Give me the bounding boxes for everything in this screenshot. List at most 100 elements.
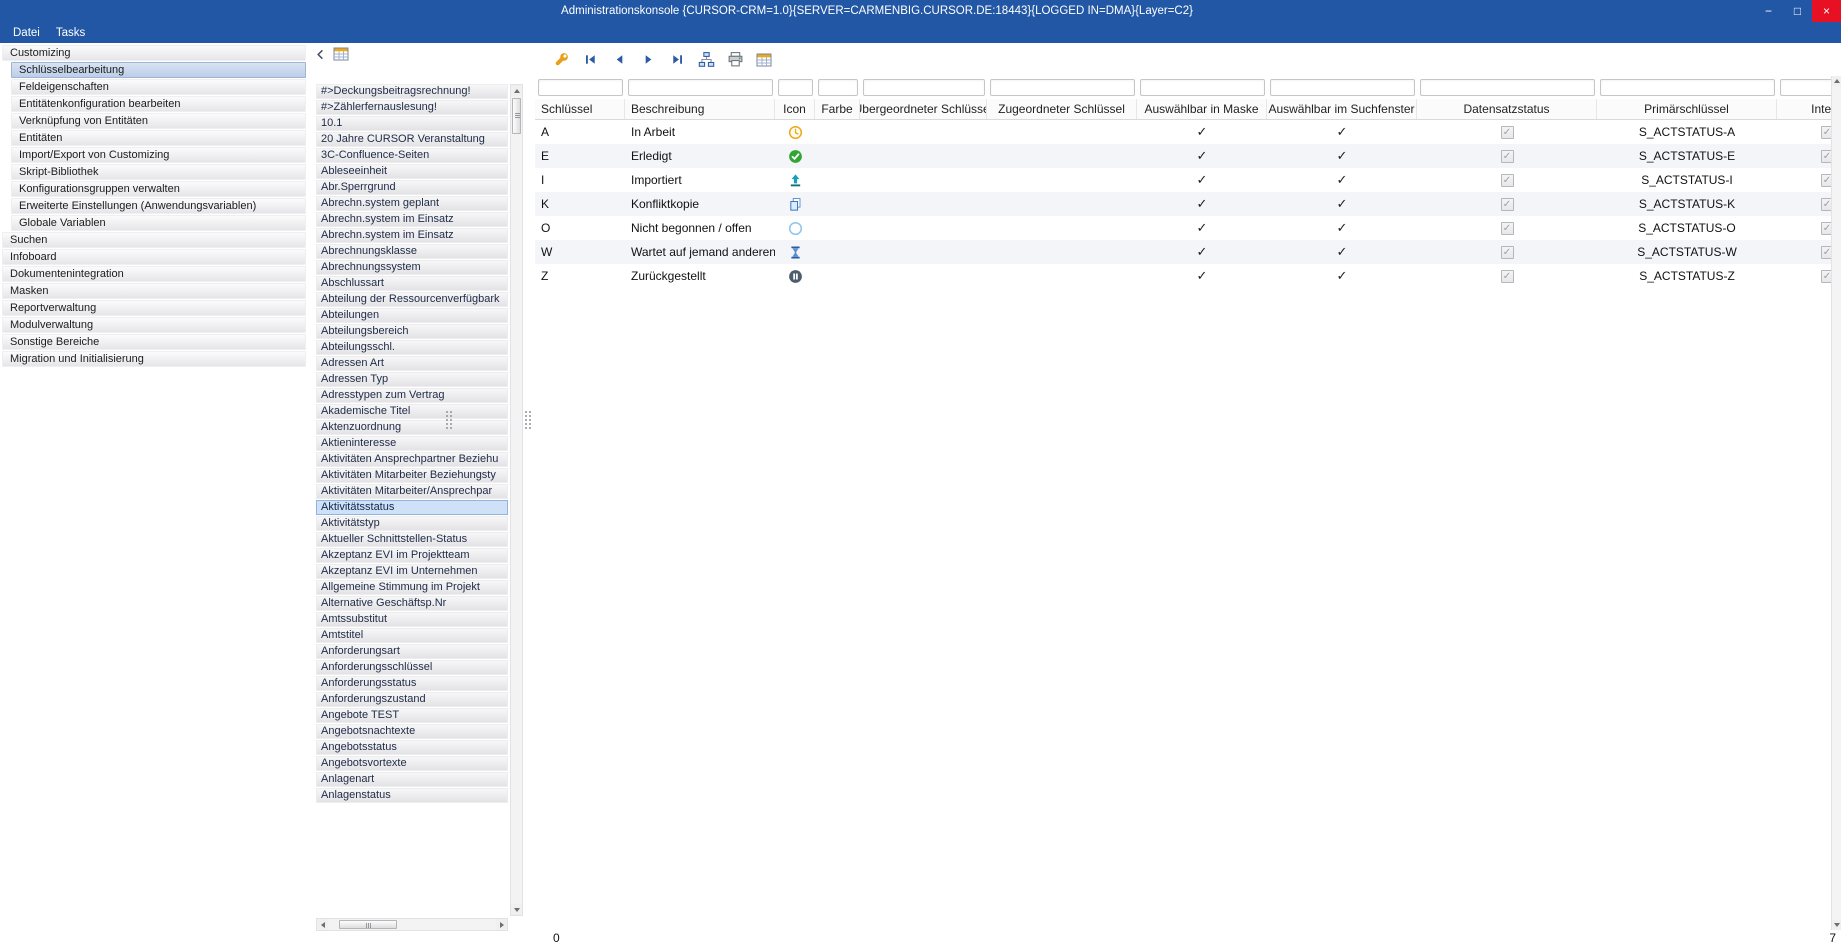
- filter-input[interactable]: [778, 79, 813, 96]
- filter-input[interactable]: [818, 79, 858, 96]
- previous-record-button[interactable]: [608, 49, 630, 71]
- key-type-item[interactable]: Akzeptanz EVI im Unternehmen: [316, 564, 508, 579]
- key-type-item[interactable]: Aktivitätstyp: [316, 516, 508, 531]
- key-type-item[interactable]: Abrechn.system im Einsatz: [316, 228, 508, 243]
- key-type-item[interactable]: Abrechn.system geplant: [316, 196, 508, 211]
- key-type-item[interactable]: Anforderungsschlüssel: [316, 660, 508, 675]
- filter-input[interactable]: [538, 79, 623, 96]
- sidebar-item[interactable]: Masken: [2, 283, 306, 299]
- sidebar-item[interactable]: Konfigurationsgruppen verwalten: [11, 181, 306, 197]
- sidebar-item[interactable]: Migration und Initialisierung: [2, 351, 306, 367]
- menu-datei[interactable]: Datei: [5, 25, 48, 41]
- key-type-item[interactable]: Abteilungen: [316, 308, 508, 323]
- sidebar-item[interactable]: Import/Export von Customizing: [11, 147, 306, 163]
- key-type-item[interactable]: Abr.Sperrgrund: [316, 180, 508, 195]
- key-type-item[interactable]: Amtstitel: [316, 628, 508, 643]
- scroll-left-button[interactable]: [317, 919, 328, 930]
- filter-input[interactable]: [1140, 79, 1265, 96]
- column-header[interactable]: Datensatzstatus: [1417, 99, 1597, 119]
- panel-splitter-grip[interactable]: [524, 403, 532, 437]
- key-type-item[interactable]: Adressen Typ: [316, 372, 508, 387]
- scroll-down-button[interactable]: [511, 904, 522, 915]
- key-type-item[interactable]: Aktueller Schnittstellen-Status: [316, 532, 508, 547]
- grid-row[interactable]: ZZurückgestellt✓✓✓S_ACTSTATUS-Z✓: [535, 264, 1841, 288]
- sidebar-item[interactable]: Dokumentenintegration: [2, 266, 306, 282]
- hierarchy-button[interactable]: [695, 49, 717, 71]
- key-type-item[interactable]: Anforderungsart: [316, 644, 508, 659]
- sidebar-item[interactable]: Erweiterte Einstellungen (Anwendungsvari…: [11, 198, 306, 214]
- key-type-item[interactable]: Abteilungsschl.: [316, 340, 508, 355]
- keylist-horizontal-scrollbar[interactable]: [316, 918, 508, 931]
- key-type-item[interactable]: Akzeptanz EVI im Projektteam: [316, 548, 508, 563]
- column-header[interactable]: Beschreibung: [625, 99, 775, 119]
- filter-input[interactable]: [863, 79, 985, 96]
- key-type-item[interactable]: Abschlussart: [316, 276, 508, 291]
- keylist-vertical-scrollbar[interactable]: [510, 84, 523, 916]
- column-header[interactable]: Schlüssel: [535, 99, 625, 119]
- key-type-item[interactable]: Anforderungszustand: [316, 692, 508, 707]
- sidebar-item[interactable]: Skript-Bibliothek: [11, 164, 306, 180]
- key-type-item[interactable]: Abrechn.system im Einsatz: [316, 212, 508, 227]
- key-type-item[interactable]: 20 Jahre CURSOR Veranstaltung: [316, 132, 508, 147]
- sidebar-item[interactable]: Feldeigenschaften: [11, 79, 306, 95]
- sidebar-item[interactable]: Globale Variablen: [11, 215, 306, 231]
- key-type-item[interactable]: Angebote TEST: [316, 708, 508, 723]
- panel-splitter-grip[interactable]: [445, 403, 453, 437]
- scroll-up-button[interactable]: [1832, 76, 1841, 86]
- scroll-up-button[interactable]: [511, 85, 522, 96]
- column-header[interactable]: Auswählbar im Suchfenster: [1267, 99, 1417, 119]
- key-type-item[interactable]: Anlagenart: [316, 772, 508, 787]
- key-type-item[interactable]: Aktenzuordnung: [316, 420, 508, 435]
- maximize-button[interactable]: □: [1783, 0, 1812, 22]
- key-type-item[interactable]: 10.1: [316, 116, 508, 131]
- key-type-item[interactable]: Allgemeine Stimmung im Projekt: [316, 580, 508, 595]
- grid-row[interactable]: EErledigt✓✓✓S_ACTSTATUS-E✓: [535, 144, 1841, 168]
- next-record-button[interactable]: [637, 49, 659, 71]
- filter-input[interactable]: [1420, 79, 1595, 96]
- scroll-right-button[interactable]: [496, 919, 507, 930]
- key-type-item[interactable]: Anlagenstatus: [316, 788, 508, 803]
- filter-input[interactable]: [1270, 79, 1415, 96]
- wrench-button[interactable]: [550, 49, 572, 71]
- key-type-item[interactable]: #>Deckungsbeitragsrechnung!: [316, 84, 508, 99]
- key-type-item[interactable]: Abteilung der Ressourcenverfügbark: [316, 292, 508, 307]
- key-type-item[interactable]: Aktivitätsstatus: [316, 500, 508, 515]
- key-type-item[interactable]: Abrechnungssystem: [316, 260, 508, 275]
- key-type-item[interactable]: Adresstypen zum Vertrag: [316, 388, 508, 403]
- key-type-item[interactable]: Alternative Geschäftsp.Nr: [316, 596, 508, 611]
- first-record-button[interactable]: [579, 49, 601, 71]
- close-button[interactable]: ×: [1812, 0, 1841, 22]
- sidebar-item[interactable]: Modulverwaltung: [2, 317, 306, 333]
- grid-vertical-scrollbar[interactable]: [1831, 76, 1841, 930]
- key-type-item[interactable]: Abteilungsbereich: [316, 324, 508, 339]
- grid-row[interactable]: IImportiert✓✓✓S_ACTSTATUS-I✓: [535, 168, 1841, 192]
- sidebar-item[interactable]: Verknüpfung von Entitäten: [11, 113, 306, 129]
- key-type-item[interactable]: Abrechnungsklasse: [316, 244, 508, 259]
- column-header[interactable]: Auswählbar in Maske: [1137, 99, 1267, 119]
- key-type-item[interactable]: Amtssubstitut: [316, 612, 508, 627]
- sidebar-item[interactable]: Sonstige Bereiche: [2, 334, 306, 350]
- grid-row[interactable]: WWartet auf jemand anderen✓✓✓S_ACTSTATUS…: [535, 240, 1841, 264]
- print-button[interactable]: [724, 49, 746, 71]
- column-header[interactable]: Icon: [775, 99, 815, 119]
- scroll-down-button[interactable]: [1832, 920, 1841, 930]
- scrollbar-thumb[interactable]: [339, 920, 397, 929]
- sidebar-item[interactable]: Schlüsselbearbeitung: [11, 62, 306, 78]
- column-header[interactable]: Primärschlüssel: [1597, 99, 1777, 119]
- chevron-left-button[interactable]: [311, 45, 329, 63]
- key-type-item[interactable]: #>Zählerfernauslesung!: [316, 100, 508, 115]
- sidebar-item[interactable]: Reportverwaltung: [2, 300, 306, 316]
- grid-row[interactable]: KKonfliktkopie✓✓✓S_ACTSTATUS-K✓: [535, 192, 1841, 216]
- sidebar-item[interactable]: Suchen: [2, 232, 306, 248]
- key-type-item[interactable]: Aktivitäten Mitarbeiter Beziehungsty: [316, 468, 508, 483]
- key-type-item[interactable]: Adressen Art: [316, 356, 508, 371]
- filter-input[interactable]: [990, 79, 1135, 96]
- key-type-item[interactable]: Aktieninteresse: [316, 436, 508, 451]
- grid-row[interactable]: ONicht begonnen / offen✓✓✓S_ACTSTATUS-O✓: [535, 216, 1841, 240]
- key-type-item[interactable]: 3C-Confluence-Seiten: [316, 148, 508, 163]
- column-header[interactable]: Farbe: [815, 99, 860, 119]
- minimize-button[interactable]: −: [1754, 0, 1783, 22]
- grid-row[interactable]: AIn Arbeit✓✓✓S_ACTSTATUS-A✓: [535, 120, 1841, 144]
- last-record-button[interactable]: [666, 49, 688, 71]
- sidebar-item[interactable]: Entitäten: [11, 130, 306, 146]
